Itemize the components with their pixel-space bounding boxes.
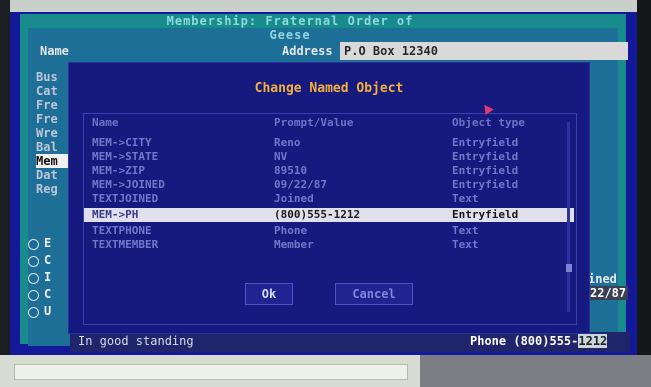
- radio-option[interactable]: C: [24, 253, 70, 270]
- radio-button[interactable]: [28, 239, 39, 250]
- name-label: Name: [40, 44, 69, 58]
- dialog-title: Change Named Object: [254, 81, 404, 96]
- radio-group: E C I C U: [24, 236, 70, 321]
- list-item[interactable]: MEM->JOINED 09/22/87 Entryfield: [84, 178, 574, 192]
- object-type: Text: [452, 224, 479, 237]
- radio-label: C: [44, 287, 52, 301]
- object-type: Entryfield: [452, 136, 519, 149]
- radio-button[interactable]: [28, 256, 39, 267]
- field-label: Dat: [36, 168, 58, 182]
- monitor-base-right: [420, 355, 651, 387]
- object-prompt: Member: [274, 238, 314, 251]
- phone-status: Phone (800)555-1212: [470, 334, 608, 348]
- object-name: TEXTPHONE: [92, 224, 152, 237]
- window-title: Membership: Fraternal Order of Geese: [166, 14, 414, 42]
- object-prompt: 09/22/87: [274, 178, 327, 191]
- monitor-bezel-right: [637, 0, 651, 387]
- monitor-base-slot: [14, 364, 408, 380]
- list-item[interactable]: MEM->ZIP 89510 Entryfield: [84, 164, 574, 178]
- radio-label: I: [44, 270, 52, 284]
- joined-label: ined: [588, 272, 617, 286]
- address-label: Address: [282, 44, 333, 58]
- object-list: Name Prompt/Value Object type MEM->CITY …: [83, 113, 577, 325]
- object-name: MEM->CITY: [92, 136, 152, 149]
- field-label: Bal: [36, 140, 58, 154]
- object-type: Entryfield: [452, 178, 519, 191]
- radio-label: E: [44, 236, 52, 250]
- object-prompt: Joined: [274, 192, 314, 205]
- radio-option[interactable]: C: [24, 287, 70, 304]
- field-label: Bus: [36, 70, 58, 84]
- object-prompt: Phone: [274, 224, 308, 237]
- object-name: MEM->ZIP: [92, 164, 145, 177]
- list-item-selected[interactable]: MEM->PH (800)555-1212 Entryfield: [84, 208, 574, 222]
- list-item[interactable]: TEXTPHONE Phone Text: [84, 224, 574, 238]
- radio-option[interactable]: I: [24, 270, 70, 287]
- object-name: MEM->STATE: [92, 150, 159, 163]
- phone-highlight: 1212: [578, 334, 608, 348]
- field-label: Fre: [36, 112, 58, 126]
- object-type: Text: [452, 238, 479, 251]
- field-label: Cat: [36, 84, 58, 98]
- list-item[interactable]: TEXTJOINED Joined Text: [84, 192, 574, 206]
- monitor-bezel-left: [0, 0, 10, 387]
- object-prompt: Reno: [274, 136, 301, 149]
- object-type: Entryfield: [452, 208, 519, 221]
- object-name: TEXTJOINED: [92, 192, 159, 205]
- column-header-name: Name: [92, 116, 119, 129]
- radio-button[interactable]: [28, 273, 39, 284]
- radio-option[interactable]: U: [24, 304, 70, 321]
- object-type: Text: [452, 192, 479, 205]
- column-header-prompt: Prompt/Value: [274, 116, 354, 129]
- field-label-highlighted: Mem: [36, 154, 70, 168]
- form-field-labels: Bus Cat Fre Fre Wre Bal Mem Dat Reg: [36, 70, 70, 370]
- object-name: MEM->JOINED: [92, 178, 165, 191]
- cancel-button[interactable]: Cancel: [335, 283, 413, 305]
- object-type: Entryfield: [452, 164, 519, 177]
- list-item[interactable]: MEM->CITY Reno Entryfield: [84, 136, 574, 150]
- radio-option[interactable]: E: [24, 236, 70, 253]
- monitor-bezel-top: [0, 0, 651, 12]
- field-label: Reg: [36, 182, 58, 196]
- field-label: Wre: [36, 126, 58, 140]
- status-text: In good standing: [78, 334, 194, 348]
- radio-button[interactable]: [28, 290, 39, 301]
- object-name: MEM->PH: [92, 208, 139, 221]
- ok-button[interactable]: Ok: [245, 283, 293, 305]
- object-prompt: 89510: [274, 164, 308, 177]
- list-scrollbar[interactable]: [567, 122, 570, 312]
- radio-button[interactable]: [28, 307, 39, 318]
- field-label: Fre: [36, 98, 58, 112]
- scrollbar-thumb[interactable]: [566, 264, 572, 272]
- phone-prefix: Phone (800)555-: [470, 334, 579, 348]
- address-field[interactable]: P.O Box 12340: [340, 42, 628, 60]
- column-header-type: Object type: [452, 116, 525, 129]
- object-name: TEXTMEMBER: [92, 238, 159, 251]
- list-header: Name Prompt/Value Object type: [84, 116, 576, 130]
- change-named-object-dialog: Change Named Object Name Prompt/Value Ob…: [68, 62, 590, 334]
- object-prompt: NV: [274, 150, 288, 163]
- list-item[interactable]: TEXTMEMBER Member Text: [84, 238, 574, 252]
- radio-label: U: [44, 304, 52, 318]
- list-item[interactable]: MEM->STATE NV Entryfield: [84, 150, 574, 164]
- joined-date-field[interactable]: 22/87: [588, 286, 629, 300]
- object-type: Entryfield: [452, 150, 519, 163]
- object-prompt: (800)555-1212: [274, 208, 361, 221]
- radio-label: C: [44, 253, 52, 267]
